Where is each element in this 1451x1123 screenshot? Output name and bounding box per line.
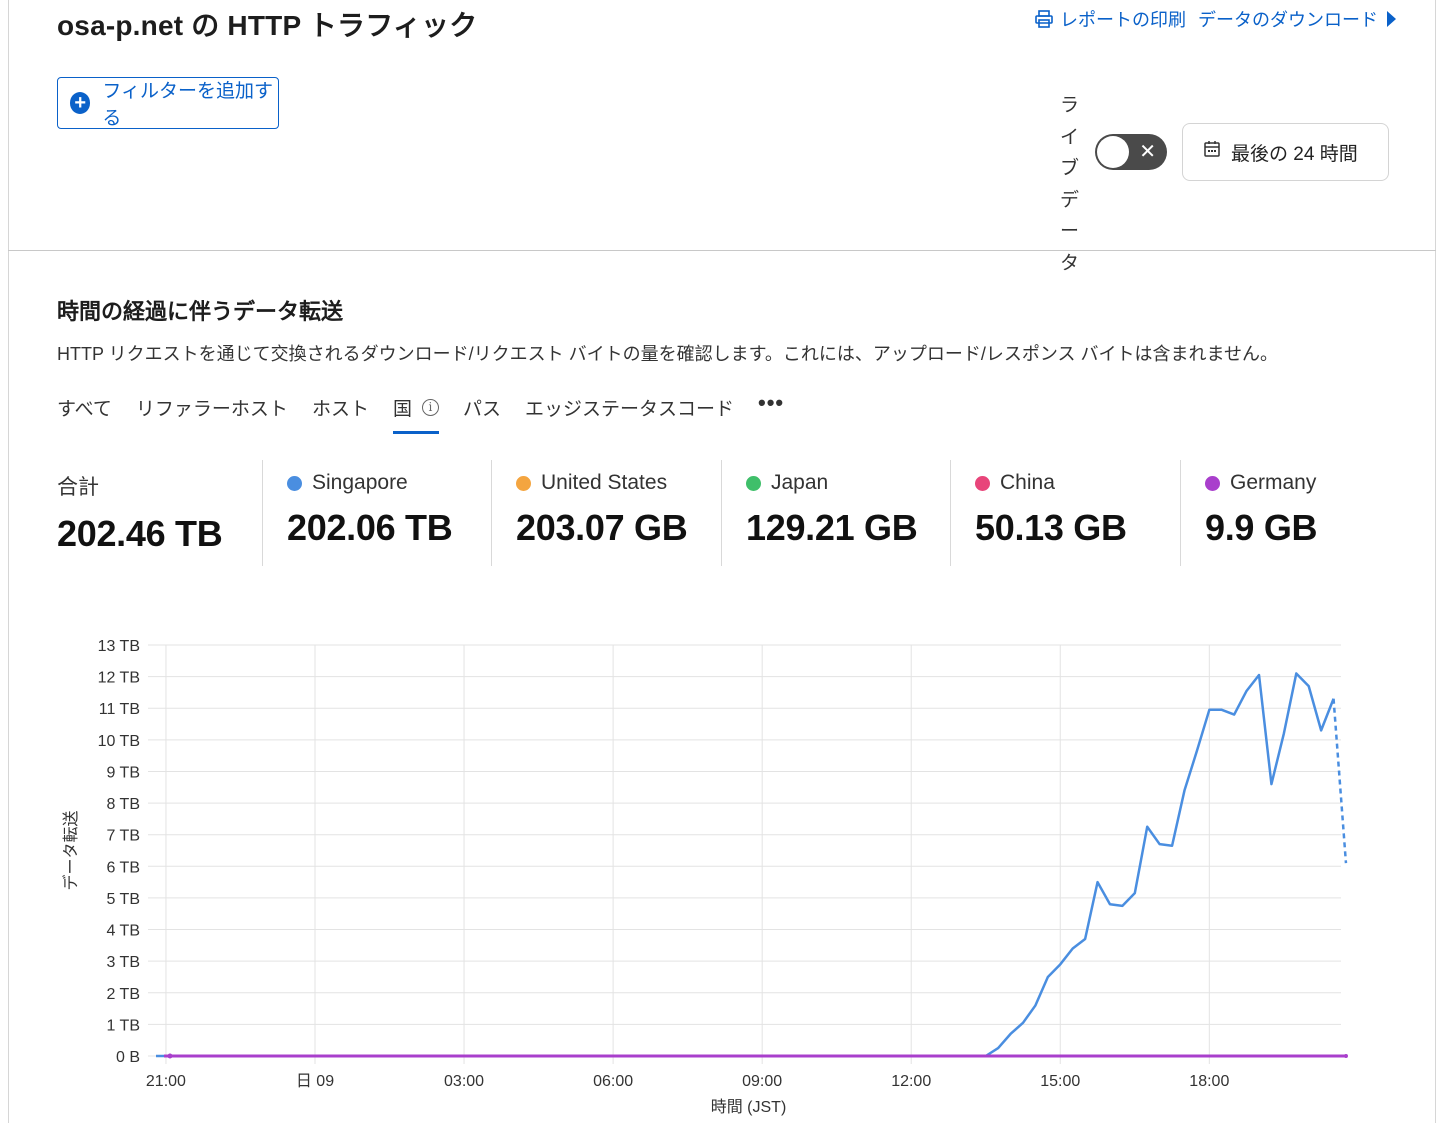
y-tick-label: 8 TB [107, 796, 141, 813]
y-tick-label: 13 TB [98, 638, 140, 655]
y-tick-label: 9 TB [107, 764, 141, 781]
y-tick-label: 7 TB [107, 828, 141, 845]
data-transfer-chart: 0 B 1 TB 2 TB 3 TB 4 TB 5 TB 6 TB 7 TB 8 TB 9 TB 1… [61, 638, 1348, 1116]
x-tick-label: 18:00 [1189, 1073, 1229, 1090]
x-tick-label: 15:00 [1040, 1073, 1080, 1090]
y-tick-label: 2 TB [107, 986, 141, 1003]
x-tick-label: 06:00 [593, 1073, 633, 1090]
y-tick-label: 5 TB [107, 891, 141, 908]
series-line-singapore [156, 672, 1335, 1058]
x-tick-label: 09:00 [742, 1073, 782, 1090]
series-projection-singapore [1332, 698, 1348, 864]
y-tick-label: 11 TB [99, 701, 140, 718]
x-tick-label: 12:00 [891, 1073, 931, 1090]
y-tick-label: 1 TB [107, 1017, 141, 1034]
y-axis-title: データ転送 [61, 810, 80, 890]
y-tick-label: 3 TB [107, 954, 141, 971]
series-start-marker [167, 1053, 173, 1059]
series-end-marker [1343, 1054, 1348, 1058]
x-tick-label: 日 09 [296, 1073, 334, 1090]
x-tick-label: 21:00 [146, 1073, 186, 1090]
y-tick-label: 10 TB [98, 733, 140, 750]
x-axis-title: 時間 (JST) [711, 1098, 787, 1116]
y-tick-label: 4 TB [107, 923, 141, 940]
y-tick-label: 12 TB [98, 670, 140, 687]
y-tick-label: 6 TB [107, 859, 141, 876]
x-tick-label: 03:00 [444, 1073, 484, 1090]
y-tick-label: 0 B [116, 1049, 140, 1066]
